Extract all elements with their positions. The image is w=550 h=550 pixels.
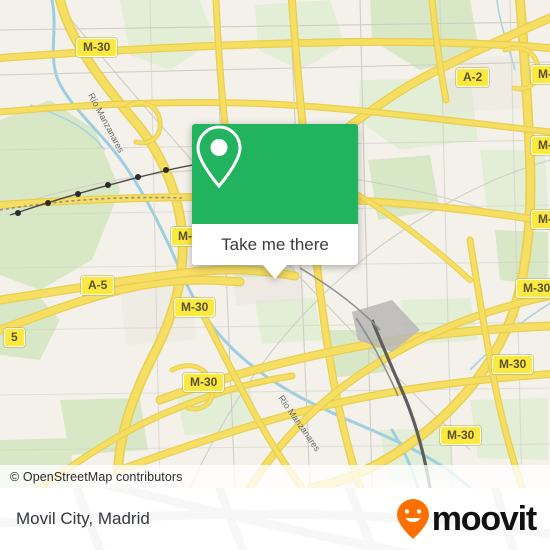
road-shield: M-30 (440, 426, 482, 445)
moovit-wordmark: moovit (431, 500, 537, 538)
attribution-text: © OpenStreetMap contributors (10, 469, 183, 484)
moovit-logo[interactable]: moovit (396, 498, 537, 540)
road-shield: M-30 (531, 65, 550, 84)
road-shield: M-30 (492, 355, 534, 374)
road-shield: 5 (4, 328, 25, 347)
take-me-there-button[interactable]: Take me there (192, 224, 358, 265)
road-shield: M-30 (516, 279, 550, 298)
map-attribution[interactable]: © OpenStreetMap contributors (0, 465, 550, 488)
road-shield: M-30 (183, 373, 225, 392)
location-title: Movil City, Madrid (16, 509, 150, 528)
road-shield: M-30 (531, 136, 550, 155)
map-pin-icon (196, 125, 242, 189)
page-footer: Movil City, Madrid moovit (0, 488, 550, 550)
road-shield: A-2 (456, 68, 490, 87)
road-shield: M-30 (174, 298, 216, 317)
callout-image-area (192, 124, 358, 224)
location-callout[interactable]: Take me there (192, 124, 358, 279)
road-shield: M-30 (76, 38, 118, 57)
moovit-map-page: .rd{fill:none;stroke:#f6de63;stroke-line… (0, 0, 550, 550)
callout-pointer (263, 265, 287, 279)
map-canvas[interactable]: .rd{fill:none;stroke:#f6de63;stroke-line… (0, 0, 550, 488)
take-me-there-label: Take me there (221, 234, 329, 254)
moovit-smiley-pin-icon (396, 499, 429, 539)
road-shield: A-5 (81, 276, 115, 295)
road-shield: M-30 (531, 210, 550, 229)
